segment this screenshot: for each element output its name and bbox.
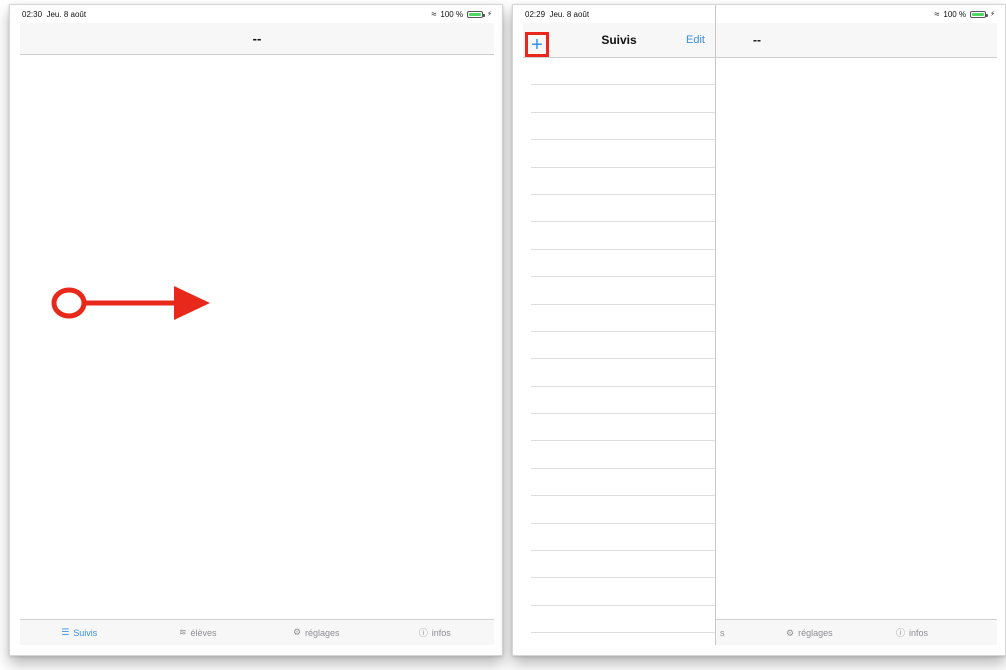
list-item[interactable] (531, 305, 715, 332)
list-item[interactable] (531, 441, 715, 469)
add-button-highlight: + (525, 32, 549, 57)
list-item[interactable] (531, 222, 715, 250)
info-icon: ⓘ (896, 628, 906, 638)
tab-partial[interactable]: s (720, 620, 725, 645)
master-navigation-bar: Suivis Edit (523, 23, 715, 58)
status-time: 02:29 Jeu. 8 août (525, 10, 590, 19)
right-screen: 02:29 Jeu. 8 août ≈ 100 % ⚡ -- Suivis Ed… (523, 5, 997, 645)
gear-icon: ⚙ (292, 627, 302, 637)
list-item[interactable] (531, 332, 715, 360)
list-item[interactable] (531, 578, 715, 606)
nav-title: -- (252, 31, 262, 46)
status-right: ≈ 100 % ⚡ (431, 9, 492, 19)
list-item[interactable] (531, 250, 715, 278)
people-icon: ≋ (178, 627, 187, 637)
swipe-arrow-annotation (51, 286, 210, 320)
detail-title: -- (753, 33, 761, 47)
list-icon: ☰ (61, 627, 70, 637)
left-screenshot-frame: 02:30 Jeu. 8 août ≈ 100 % ⚡ -- ☰ Suivis … (9, 4, 503, 656)
info-icon: ⓘ (418, 628, 428, 638)
tab-eleves[interactable]: ≋ élèves (139, 627, 258, 638)
list-item[interactable] (531, 414, 715, 442)
list-item[interactable] (531, 168, 715, 195)
status-right: ≈ 100 % ⚡ (934, 9, 995, 19)
battery-icon (970, 10, 989, 18)
tab-reglages[interactable]: ⚙ réglages (257, 627, 376, 638)
charging-icon: ⚡ (487, 11, 492, 18)
list-item[interactable] (531, 359, 715, 387)
list-item[interactable] (531, 606, 715, 634)
list-item[interactable] (531, 113, 715, 141)
battery-icon (467, 10, 486, 18)
tab-reglages[interactable]: ⚙ réglages (786, 620, 833, 645)
wifi-icon: ≈ (934, 9, 940, 19)
master-list (523, 58, 715, 634)
tab-infos[interactable]: ⓘ infos (376, 626, 495, 639)
master-panel: Suivis Edit + (523, 5, 716, 645)
list-item[interactable] (531, 277, 715, 305)
charging-icon: ⚡ (990, 11, 995, 18)
list-item[interactable] (531, 496, 715, 524)
list-item[interactable] (531, 387, 715, 415)
navigation-bar: -- (20, 23, 494, 55)
list-item[interactable] (531, 140, 715, 168)
status-time: 02:30 Jeu. 8 août (22, 10, 87, 19)
status-bar: 02:29 Jeu. 8 août ≈ 100 % ⚡ (523, 5, 997, 23)
left-screen: 02:30 Jeu. 8 août ≈ 100 % ⚡ -- ☰ Suivis … (20, 5, 494, 645)
status-bar: 02:30 Jeu. 8 août ≈ 100 % ⚡ (20, 5, 494, 23)
tab-suivis[interactable]: ☰ Suivis (20, 627, 139, 638)
wifi-icon: ≈ (431, 9, 437, 19)
list-item[interactable] (531, 85, 715, 113)
list-item[interactable] (531, 195, 715, 223)
gear-icon: ⚙ (786, 628, 795, 638)
tab-bar: ☰ Suivis ≋ élèves ⚙ réglages ⓘ infos (20, 619, 494, 645)
tab-bar: s ⚙ réglages ⓘ infos (716, 619, 997, 645)
list-item[interactable] (531, 469, 715, 497)
battery-percent: 100 % (943, 9, 967, 19)
list-item[interactable] (531, 524, 715, 552)
list-item[interactable] (531, 551, 715, 579)
edit-button[interactable]: Edit (686, 23, 705, 58)
list-item[interactable] (531, 58, 715, 86)
battery-percent: 100 % (440, 9, 464, 19)
right-screenshot-frame: 02:29 Jeu. 8 août ≈ 100 % ⚡ -- Suivis Ed… (512, 4, 1006, 656)
add-button[interactable]: + (531, 35, 543, 55)
tab-infos[interactable]: ⓘ infos (896, 620, 928, 645)
